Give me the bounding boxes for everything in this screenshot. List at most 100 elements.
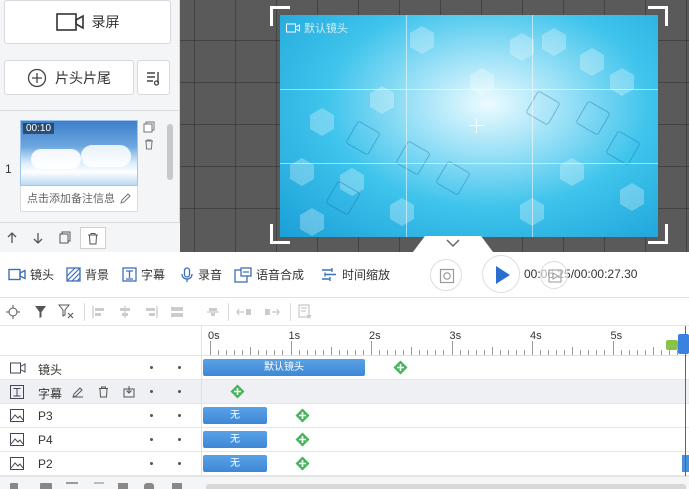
timeline-bottom-bar: [0, 476, 689, 489]
ruler-tick: [242, 350, 244, 355]
time-scale-tool[interactable]: 时间缩放: [320, 266, 390, 283]
ruler-tick: [403, 350, 405, 355]
ruler-tick: [362, 350, 364, 355]
scene-list-scrollbar[interactable]: [167, 124, 173, 180]
scene-thumbnail[interactable]: 00:10: [20, 120, 138, 186]
timeline-clip[interactable]: 无: [203, 431, 267, 448]
ruler-tick: [427, 350, 429, 355]
intro-outro-button[interactable]: 片头片尾: [4, 60, 134, 95]
preview-area[interactable]: 默认镜头: [180, 0, 689, 252]
ruler-tick: [306, 350, 308, 355]
scene-number: 1: [5, 162, 12, 176]
download-icon[interactable]: [66, 482, 78, 489]
lock-dot[interactable]: [178, 438, 181, 441]
playhead-handle[interactable]: [678, 334, 689, 354]
time-ruler[interactable]: 0s 1s 2s 3s 4s 5s: [202, 326, 689, 356]
copy-scene-icon[interactable]: [143, 121, 155, 133]
collapse-tab[interactable]: [413, 236, 493, 252]
lens-tool[interactable]: 镜头: [8, 266, 54, 283]
import-icon[interactable]: [123, 386, 135, 398]
lock-dot[interactable]: [178, 414, 181, 417]
ruler-tick: [250, 347, 252, 355]
lock-dot[interactable]: [178, 462, 181, 465]
move-up-icon[interactable]: [5, 231, 19, 245]
track-header[interactable]: P3: [0, 404, 202, 428]
subtitle-tool[interactable]: 字幕: [122, 266, 165, 283]
ruler-tick: [338, 350, 340, 355]
duplicate-icon[interactable]: [58, 231, 72, 245]
clear-filter-icon[interactable]: [58, 304, 74, 319]
visibility-dot[interactable]: [150, 438, 153, 441]
ruler-tick: [451, 341, 453, 355]
add-keyframe-icon[interactable]: [295, 432, 310, 447]
distribute-icon[interactable]: [170, 305, 184, 319]
crosshair-icon: [470, 119, 484, 133]
trash-icon[interactable]: [118, 483, 128, 489]
visibility-dot[interactable]: [150, 390, 153, 393]
add-keyframe-icon[interactable]: [393, 360, 408, 375]
scene-note-field[interactable]: 点击添加备注信息: [20, 186, 138, 212]
image-icon: [10, 409, 24, 422]
lock-dot[interactable]: [178, 390, 181, 393]
align-top-icon[interactable]: [206, 305, 220, 319]
timeline-scrollbar[interactable]: [206, 484, 686, 489]
ruler-tick: [218, 350, 220, 355]
microphone-icon: [181, 266, 193, 282]
timeline-toolbar: [0, 298, 689, 326]
align-left-icon[interactable]: [92, 305, 106, 319]
lens-label: 镜头: [30, 268, 55, 282]
background-tool[interactable]: 背景: [66, 266, 109, 283]
add-track-icon[interactable]: [10, 483, 18, 489]
record-screen-button[interactable]: 录屏: [4, 0, 171, 44]
locate-icon[interactable]: [6, 305, 20, 319]
track-header[interactable]: 镜头: [0, 356, 202, 380]
visibility-dot[interactable]: [150, 366, 153, 369]
track-header[interactable]: 字幕: [0, 380, 202, 404]
delete-scene-icon[interactable]: [143, 138, 155, 150]
align-center-icon[interactable]: [118, 305, 132, 319]
timeline: 0s 1s 2s 3s 4s 5s 镜头 默认镜头 字幕 P3 无 P4 无 P…: [0, 326, 689, 489]
shrink-right-icon[interactable]: [264, 305, 280, 319]
record-audio-label: 录音: [198, 268, 223, 282]
scene-actions-bar: [0, 222, 180, 252]
visibility-dot[interactable]: [150, 462, 153, 465]
align-right-icon[interactable]: [144, 305, 158, 319]
canvas-background[interactable]: 默认镜头: [280, 15, 658, 237]
music-list-button[interactable]: [137, 60, 170, 95]
ruler-tick: [620, 350, 622, 355]
play-button[interactable]: [482, 255, 520, 293]
snapshot-button[interactable]: [430, 259, 462, 291]
record-audio-tool[interactable]: 录音: [180, 266, 222, 283]
camera-icon: [10, 362, 26, 374]
timeline-clip[interactable]: 无: [203, 455, 267, 472]
add-keyframe-icon[interactable]: [295, 408, 310, 423]
visibility-dot[interactable]: [150, 414, 153, 417]
ruler-tick: [258, 350, 260, 355]
add-keyframe-icon[interactable]: [230, 384, 245, 399]
add-keyframe-icon[interactable]: [295, 456, 310, 471]
end-marker[interactable]: [666, 340, 678, 350]
folder-icon[interactable]: [40, 483, 52, 489]
track-header[interactable]: P4: [0, 428, 202, 452]
timeline-clip[interactable]: 默认镜头: [203, 359, 365, 376]
tts-tool[interactable]: 语音合成: [234, 266, 304, 283]
time-scale-label: 时间缩放: [342, 268, 391, 282]
track-header[interactable]: P2: [0, 452, 202, 476]
move-down-icon[interactable]: [31, 231, 45, 245]
lock-icon[interactable]: [144, 483, 154, 489]
lock-dot[interactable]: [178, 366, 181, 369]
delete-button[interactable]: [80, 227, 106, 249]
cloud-shape: [81, 145, 131, 167]
favorite-list-icon[interactable]: [298, 304, 313, 319]
filter-icon[interactable]: [34, 305, 47, 319]
trash-icon[interactable]: [98, 386, 109, 398]
edit-icon[interactable]: [72, 386, 84, 398]
ruler-tick: [596, 350, 598, 355]
preview-play-button[interactable]: [540, 261, 568, 289]
settings-icon[interactable]: [172, 483, 182, 489]
shrink-left-icon[interactable]: [236, 305, 252, 319]
timeline-clip[interactable]: 无: [203, 407, 267, 424]
upload-icon[interactable]: [94, 482, 104, 489]
divider: [0, 110, 180, 111]
ruler-tick: [540, 350, 542, 355]
